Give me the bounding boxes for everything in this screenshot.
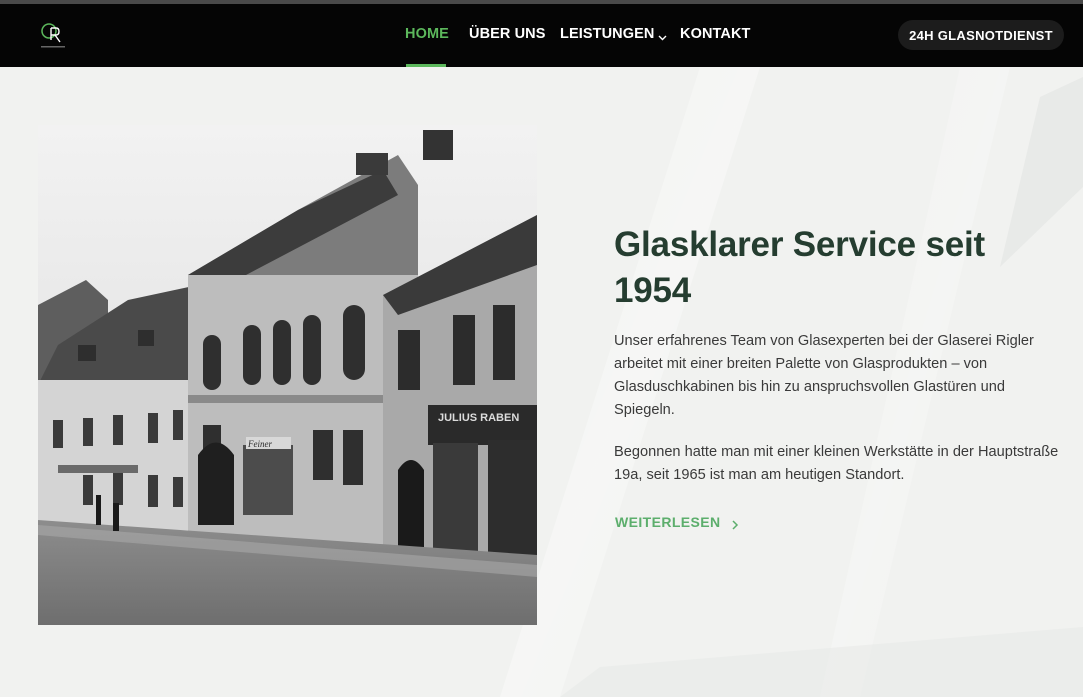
nav-item-kontakt[interactable]: KONTAKT <box>680 26 751 42</box>
nav-item-home[interactable]: HOME <box>405 26 449 42</box>
emergency-service-button[interactable]: 24H GLASNOTDIENST <box>898 20 1064 50</box>
hero-paragraph: Begonnen hatte man mit einer kleinen Wer… <box>614 444 1059 483</box>
read-more-label: WEITERLESEN <box>615 514 721 530</box>
shop-sign-text: JULIUS RABEN <box>438 412 519 424</box>
hero-heading: Glasklarer Service seit 1954 <box>614 225 985 310</box>
chevron-down-icon <box>658 30 667 40</box>
chevron-right-icon <box>731 517 739 530</box>
read-more-link[interactable]: WEITERLESEN <box>615 514 739 530</box>
historic-building-photo: JULIUS RABEN Feiner <box>38 125 537 625</box>
nav-item-leistungen[interactable]: LEISTUNGEN <box>560 26 667 42</box>
shop-sign-text: Feiner <box>247 439 272 449</box>
active-nav-indicator <box>406 64 446 67</box>
hero-paragraph: Unser erfahrenes Team von Glasexperten b… <box>614 333 1034 418</box>
nav-item-label: HOME <box>405 26 449 42</box>
nav-item-label: ÜBER UNS <box>469 26 546 42</box>
nav-item-ueber-uns[interactable]: ÜBER UNS <box>469 26 546 42</box>
nav-item-label: LEISTUNGEN <box>560 26 655 42</box>
site-header: HOME ÜBER UNS LEISTUNGEN KONTAKT 24H GLA… <box>0 4 1083 67</box>
nav-item-label: KONTAKT <box>680 26 751 42</box>
